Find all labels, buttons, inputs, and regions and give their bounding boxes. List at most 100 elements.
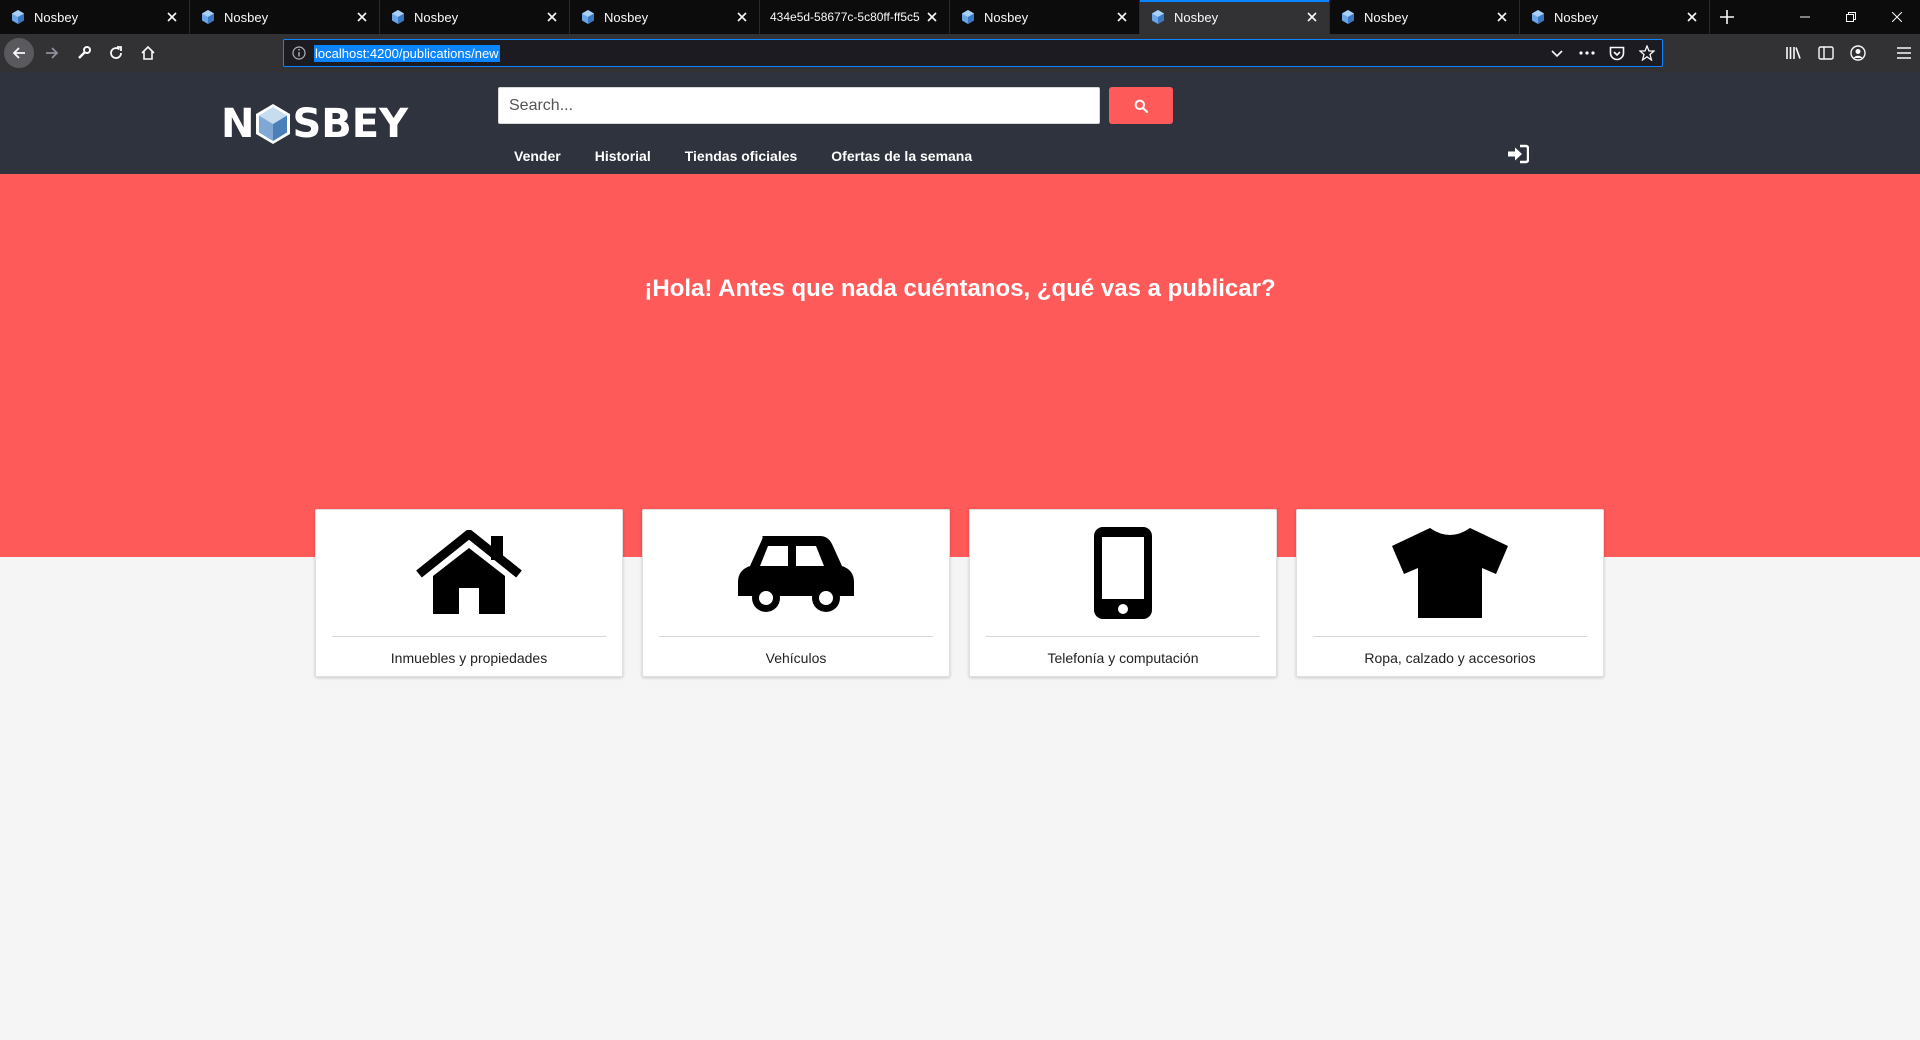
arrow-left-icon	[12, 47, 25, 59]
browser-tab[interactable]: Nosbey	[570, 0, 760, 34]
pocket-icon[interactable]	[1602, 40, 1632, 66]
card-divider	[659, 636, 933, 637]
card-divider	[986, 636, 1260, 637]
plus-icon	[1720, 10, 1734, 24]
browser-tab[interactable]: Nosbey	[1330, 0, 1520, 34]
search-input[interactable]	[498, 87, 1100, 124]
house-icon	[416, 530, 522, 614]
browser-tab[interactable]: Nosbey	[190, 0, 380, 34]
car-icon	[738, 536, 854, 612]
browser-tab[interactable]: Nosbey	[1520, 0, 1710, 34]
category-card-ropa[interactable]: Ropa, calzado y accesorios	[1296, 509, 1604, 677]
main-menu: Vender Historial Tiendas oficiales Ofert…	[497, 148, 989, 164]
tab-title: Nosbey	[414, 9, 459, 25]
category-cards: Inmuebles y propiedades Vehículos Telefo…	[315, 509, 1604, 677]
close-icon[interactable]	[1303, 8, 1321, 26]
logo-text-left: N	[221, 101, 255, 147]
nosbey-favicon-icon	[1152, 10, 1164, 24]
menu-item-tiendas-oficiales[interactable]: Tiendas oficiales	[668, 148, 815, 164]
window-controls	[1782, 0, 1920, 34]
sign-in-icon[interactable]	[1507, 144, 1529, 164]
tab-title: Nosbey	[1554, 9, 1599, 25]
url-bar[interactable]: localhost:4200/publications/new	[283, 39, 1663, 67]
library-icon[interactable]	[1778, 37, 1810, 69]
minimize-button[interactable]	[1782, 0, 1828, 34]
account-icon[interactable]	[1842, 37, 1874, 69]
close-icon[interactable]	[1113, 8, 1131, 26]
t-shirt-icon	[1392, 528, 1508, 618]
close-icon[interactable]	[543, 8, 561, 26]
browser-tab-bar: Nosbey Nosbey Nosbey Nosbey 434e5d-58677…	[0, 0, 1920, 34]
wrench-icon	[78, 46, 91, 59]
tab-title: Nosbey	[34, 9, 79, 25]
logo-text-right: SBEY	[292, 101, 409, 147]
tab-title: Nosbey	[1364, 9, 1409, 25]
chevron-down-icon[interactable]	[1542, 40, 1572, 66]
category-card-telefonia[interactable]: Telefonía y computación	[969, 509, 1277, 677]
browser-tab[interactable]: Nosbey	[380, 0, 570, 34]
reload-button[interactable]	[100, 37, 132, 69]
category-label: Ropa, calzado y accesorios	[1364, 650, 1536, 666]
sidebar-icon[interactable]	[1810, 37, 1842, 69]
category-label: Inmuebles y propiedades	[390, 650, 548, 666]
category-label: Vehículos	[765, 650, 827, 666]
mobile-phone-icon	[1094, 527, 1152, 619]
nosbey-favicon-icon	[1342, 10, 1354, 24]
search-button[interactable]	[1109, 87, 1173, 124]
browser-tab-active[interactable]: Nosbey	[1140, 0, 1330, 34]
bookmark-star-icon[interactable]	[1632, 40, 1662, 66]
home-button[interactable]	[132, 37, 164, 69]
close-icon[interactable]	[923, 8, 941, 26]
browser-navigation-bar: localhost:4200/publications/new	[0, 34, 1920, 72]
tab-title: Nosbey	[1174, 9, 1219, 25]
close-icon[interactable]	[353, 8, 371, 26]
browser-toolbar-right	[1778, 34, 1920, 72]
nosbey-favicon-icon	[392, 10, 404, 24]
hamburger-menu-icon[interactable]	[1888, 37, 1920, 69]
nosbey-favicon-icon	[1532, 10, 1544, 24]
nosbey-favicon-icon	[12, 10, 24, 24]
site-header: N SBEY Vender Historial Tiendas oficiale…	[0, 72, 1920, 174]
page-actions-icon[interactable]	[1572, 40, 1602, 66]
close-icon[interactable]	[163, 8, 181, 26]
search-icon	[1134, 99, 1148, 113]
restore-icon	[1846, 12, 1856, 22]
hero-banner: ¡Hola! Antes que nada cuéntanos, ¿qué va…	[0, 174, 1920, 557]
minimize-icon	[1800, 16, 1810, 18]
site-info-icon[interactable]	[284, 46, 314, 60]
close-window-button[interactable]	[1874, 0, 1920, 34]
card-divider	[1313, 636, 1587, 637]
category-label: Telefonía y computación	[1047, 650, 1199, 666]
toolbar-spacer	[1874, 37, 1888, 69]
close-icon	[1892, 12, 1902, 22]
restore-button[interactable]	[1828, 0, 1874, 34]
close-icon[interactable]	[1683, 8, 1701, 26]
nosbey-favicon-icon	[962, 10, 974, 24]
tab-title: Nosbey	[984, 9, 1029, 25]
reload-icon	[110, 46, 122, 59]
new-tab-button[interactable]	[1710, 0, 1744, 34]
close-icon[interactable]	[1493, 8, 1511, 26]
nosbey-favicon-icon	[202, 10, 214, 24]
tab-title: Nosbey	[604, 9, 649, 25]
browser-tab[interactable]: Nosbey	[0, 0, 190, 34]
category-card-vehiculos[interactable]: Vehículos	[642, 509, 950, 677]
browser-tab[interactable]: 434e5d-58677c-5c80ff-ff5c5c	[760, 0, 950, 34]
nosbey-favicon-icon	[582, 10, 594, 24]
menu-item-ofertas[interactable]: Ofertas de la semana	[814, 148, 989, 164]
tab-title: 434e5d-58677c-5c80ff-ff5c5c	[770, 10, 920, 24]
close-icon[interactable]	[733, 8, 751, 26]
category-card-inmuebles[interactable]: Inmuebles y propiedades	[315, 509, 623, 677]
url-text[interactable]: localhost:4200/publications/new	[314, 44, 500, 62]
menu-item-vender[interactable]: Vender	[497, 148, 578, 164]
hero-title: ¡Hola! Antes que nada cuéntanos, ¿qué va…	[644, 275, 1276, 302]
browser-tab[interactable]: Nosbey	[950, 0, 1140, 34]
arrow-right-icon	[46, 47, 59, 59]
menu-item-historial[interactable]: Historial	[578, 148, 668, 164]
forward-button[interactable]	[36, 37, 68, 69]
back-button[interactable]	[4, 38, 34, 68]
developer-tools-button[interactable]	[68, 37, 100, 69]
nosbey-logo[interactable]: N SBEY	[221, 101, 409, 147]
card-divider	[332, 636, 606, 637]
home-icon	[141, 45, 155, 60]
